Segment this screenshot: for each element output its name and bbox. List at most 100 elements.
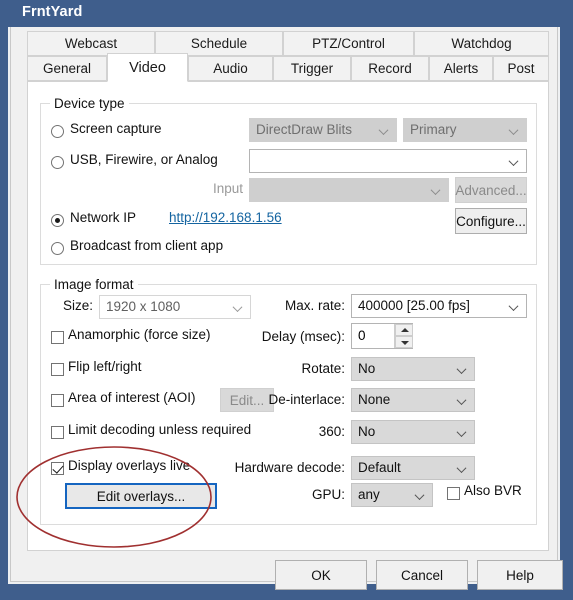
combo-input [249,178,449,202]
tab-video[interactable]: Video [107,53,188,82]
tab-audio[interactable]: Audio [188,56,273,81]
device-type-group-title: Device type [50,96,129,111]
chevron-down-icon [458,466,466,471]
chevron-down-icon [458,430,466,435]
spinner-buttons[interactable] [394,324,413,348]
tab-label: PTZ/Control [312,36,385,51]
tab-watchdog[interactable]: Watchdog [414,31,549,56]
spinner-down-icon[interactable] [395,336,413,348]
edit-overlays-button[interactable]: Edit overlays... [65,483,217,509]
label-broadcast-client-app: Broadcast from client app [70,238,224,253]
label-size: Size: [62,298,93,313]
chevron-down-icon [510,159,518,164]
combo-screen-capture-method: DirectDraw Blits [249,118,397,142]
frame-gutter-right [558,27,560,582]
help-button[interactable]: Help [477,560,563,590]
chevron-down-icon [458,398,466,403]
button-label: Advanced... [455,182,527,198]
combo-value: any [358,487,380,502]
label-flip-left-right: Flip left/right [68,359,142,374]
tab-label: Video [129,59,166,76]
label-rotate: Rotate: [301,361,345,376]
ok-button[interactable]: OK [275,560,367,590]
checkbox-area-of-interest[interactable] [51,394,64,407]
chevron-down-icon [510,128,518,133]
video-tab-panel: Device type Screen capture DirectDraw Bl… [27,81,549,551]
combo-value: No [358,361,376,376]
dialog-client-area: Webcast Schedule PTZ/Control Watchdog Ge… [10,27,563,590]
label-max-rate: Max. rate: [284,298,345,313]
tab-label: Post [507,61,535,76]
checkbox-anamorphic[interactable] [51,331,64,344]
tab-label: Schedule [190,36,248,51]
radio-screen-capture[interactable] [51,125,64,138]
label-usb-firewire-analog: USB, Firewire, or Analog [70,152,218,167]
label-de-interlace: De-interlace: [268,392,345,407]
combo-gpu[interactable]: any [351,483,433,507]
chevron-down-icon [380,128,388,133]
label-limit-decoding: Limit decoding unless required [68,422,252,437]
button-label: Configure... [456,213,526,229]
label-display-overlays-live: Display overlays live [68,458,191,473]
combo-usb-device[interactable] [249,149,527,173]
chevron-down-icon [458,367,466,372]
radio-usb-firewire-analog[interactable] [51,156,64,169]
combo-value: 1920 x 1080 [106,299,181,314]
dialog-window: FrntYard Webcast Schedule PTZ/Control Wa… [0,0,573,600]
tab-label: Watchdog [451,36,512,51]
tab-label: Alerts [443,61,479,76]
tab-post[interactable]: Post [493,56,549,81]
chevron-down-icon [510,304,518,309]
spinner-value: 0 [358,328,366,343]
image-format-group-title: Image format [50,277,138,292]
label-360: 360: [318,424,345,439]
spinner-up-icon[interactable] [395,324,413,336]
radio-broadcast-client-app[interactable] [51,242,64,255]
chevron-down-icon [432,188,440,193]
label-area-of-interest: Area of interest (AOI) [68,390,196,405]
label-input: Input [212,181,243,196]
combo-value: No [358,424,376,439]
checkbox-also-bvr[interactable] [447,487,460,500]
label-anamorphic: Anamorphic (force size) [68,327,211,342]
label-also-bvr: Also BVR [464,483,522,498]
combo-rotate[interactable]: No [351,357,475,381]
label-gpu: GPU: [311,487,345,502]
button-label: Cancel [400,567,444,583]
tab-ptz-control[interactable]: PTZ/Control [283,31,414,56]
combo-value: None [358,392,391,407]
tab-label: Trigger [290,61,334,76]
combo-value: Primary [410,122,457,137]
chevron-down-icon [416,493,424,498]
radio-network-ip[interactable] [51,214,64,227]
tab-label: Record [368,61,412,76]
label-network-ip: Network IP [70,210,137,225]
combo-value: Default [358,460,401,475]
spinner-delay[interactable]: 0 [351,323,413,349]
cancel-button[interactable]: Cancel [376,560,468,590]
combo-value: 400000 [25.00 fps] [358,298,470,313]
tab-strip: Webcast Schedule PTZ/Control Watchdog Ge… [11,27,559,86]
combo-de-interlace[interactable]: None [351,388,475,412]
checkbox-display-overlays-live[interactable] [51,462,64,475]
combo-max-rate[interactable]: 400000 [25.00 fps] [351,294,527,318]
label-screen-capture: Screen capture [70,121,162,136]
combo-360[interactable]: No [351,420,475,444]
tab-label: Audio [213,61,248,76]
tab-trigger[interactable]: Trigger [273,56,351,81]
checkbox-limit-decoding[interactable] [51,426,64,439]
device-type-group: Device type Screen capture DirectDraw Bl… [40,96,537,265]
tab-record[interactable]: Record [351,56,429,81]
tab-general[interactable]: General [27,56,107,81]
checkbox-flip-left-right[interactable] [51,363,64,376]
configure-button[interactable]: Configure... [455,208,527,234]
tab-alerts[interactable]: Alerts [429,56,493,81]
button-label: Help [506,567,534,583]
image-format-group: Image format Size: 1920 x 1080 Max. rate… [40,277,537,525]
advanced-button: Advanced... [455,177,527,203]
button-label: OK [311,567,331,583]
label-hardware-decode: Hardware decode: [234,460,345,475]
label-delay: Delay (msec): [261,329,345,344]
combo-hardware-decode[interactable]: Default [351,456,475,480]
network-url-link[interactable]: http://192.168.1.56 [169,210,282,225]
